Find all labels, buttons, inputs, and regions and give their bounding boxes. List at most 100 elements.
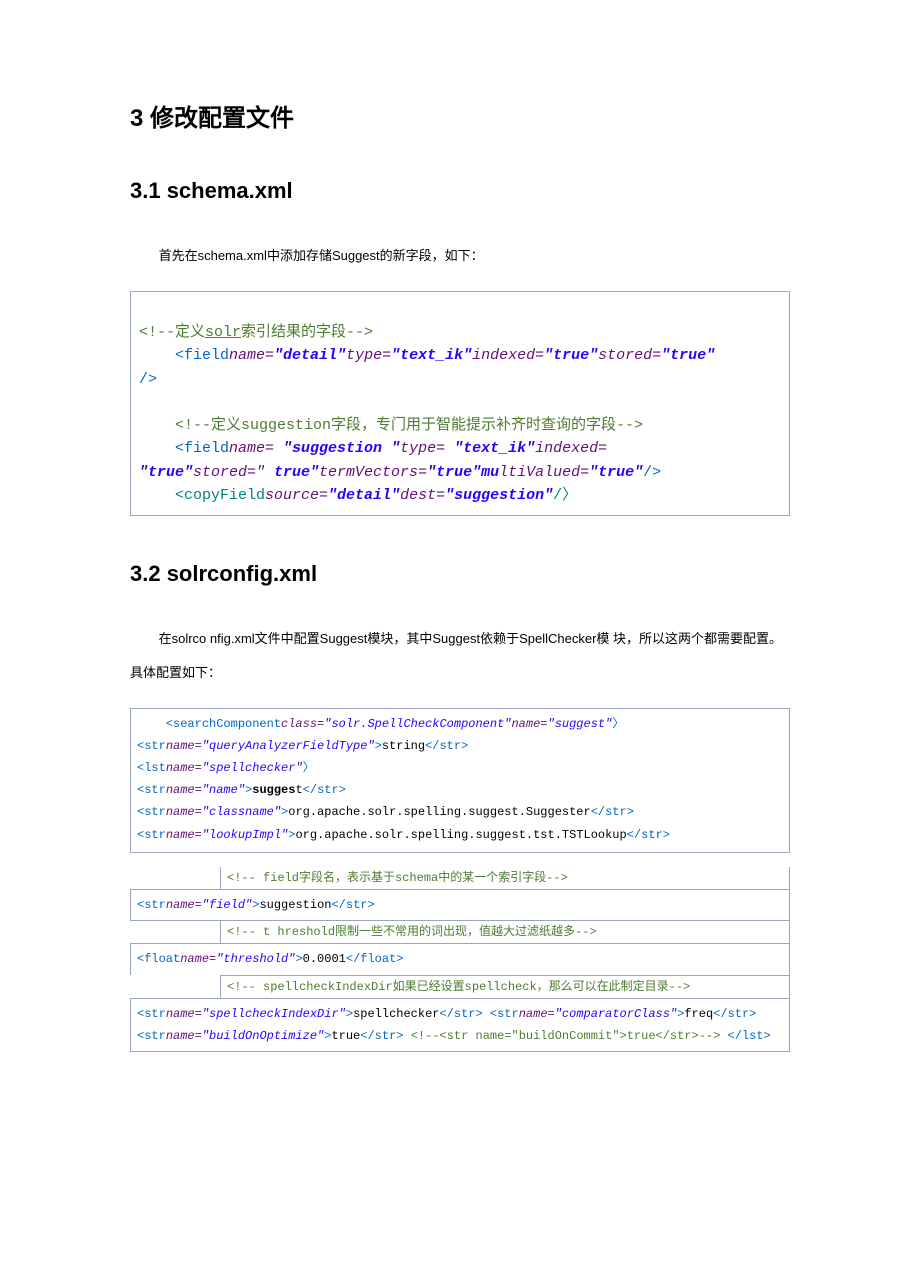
code-tag: </float> — [346, 952, 404, 966]
code-tag: </str> — [591, 805, 634, 819]
code-text: freq — [684, 1007, 713, 1021]
code-block-seg-threshold: <floatname="threshold">0.0001</float> — [130, 943, 790, 974]
code-attr: type= — [400, 440, 454, 457]
code-val: "name" — [202, 783, 245, 797]
code-tag: </str> — [425, 739, 468, 753]
code-val: "true" — [661, 347, 715, 364]
code-block-seg-field: <strname="field">suggestion</str> — [130, 889, 790, 921]
code-comment: <!--定义suggestion字段，专门用于智能提示补齐时查询的字段--> — [175, 417, 643, 434]
code-attr: stored= — [598, 347, 661, 364]
code-val: "true" — [427, 464, 481, 481]
code-tag: <field — [175, 440, 229, 457]
code-val: "classname" — [202, 805, 281, 819]
code-attr: ltiValued= — [499, 464, 589, 481]
code-text: org.apache.solr.spelling.suggest.tst.TST… — [295, 828, 626, 842]
code-text: string — [382, 739, 425, 753]
code-val: "suggestion" — [445, 487, 553, 504]
code-tag: <copyField — [175, 487, 265, 504]
code-tag: <searchComponent — [166, 717, 281, 731]
code-attr: name= — [166, 898, 202, 912]
code-val: "field" — [202, 898, 252, 912]
code-val: "spellcheckIndexDir" — [202, 1007, 346, 1021]
code-val: "suggestion " — [283, 440, 400, 457]
code-tag: </str> — [439, 1007, 482, 1021]
code-tag: <str — [137, 1007, 166, 1021]
code-val: "queryAnalyzerFieldType" — [202, 739, 375, 753]
code-attr: termVectors= — [319, 464, 427, 481]
code-val: "detail" — [274, 347, 346, 364]
code-val: "detail" — [328, 487, 400, 504]
code-comment: 索引结果的字段--> — [241, 324, 373, 341]
code-tag: > — [346, 1007, 353, 1021]
paragraph-3-1: 首先在schema.xml中添加存储Suggest的新字段，如下： — [130, 239, 790, 273]
code-tag: </str> — [627, 828, 670, 842]
code-val: "comparatorClass" — [555, 1007, 677, 1021]
code-val: "true" — [139, 464, 193, 481]
code-comment: <!--定义 — [139, 324, 205, 341]
code-comment-hang-3: <!-- spellcheckIndexDir如果已经设置spellcheck，… — [220, 975, 790, 998]
code-text: org.apache.solr.spelling.suggest.Suggest… — [288, 805, 590, 819]
code-attr: name= — [166, 739, 202, 753]
code-tag: /> — [139, 371, 157, 388]
code-tag: <str — [137, 805, 166, 819]
code-comment-link: solr — [205, 324, 241, 341]
paragraph-3-2: 在solrco nfig.xml文件中配置Suggest模块，其中Suggest… — [130, 622, 790, 690]
code-tag: <str — [137, 783, 166, 797]
code-comment: <!--<str name="buildOnCommit">true</str>… — [411, 1029, 721, 1043]
code-attr: source= — [265, 487, 328, 504]
code-tag: <str — [137, 898, 166, 912]
code-block-schema: <!--定义solr索引结果的字段--> <fieldname="detail"… — [130, 291, 790, 516]
code-tag: 〉 — [612, 717, 624, 731]
heading-3: 3 修改配置文件 — [130, 98, 790, 133]
code-attr: name= — [166, 828, 202, 842]
code-attr: name= — [166, 783, 202, 797]
code-block-seg-tail: <strname="spellcheckIndexDir">spellcheck… — [130, 998, 790, 1052]
code-text: t — [295, 783, 302, 797]
code-tag: </str> — [303, 783, 346, 797]
code-attr: type= — [346, 347, 391, 364]
code-text: suggestion — [259, 898, 331, 912]
code-tag: > — [295, 952, 302, 966]
code-text: true — [331, 1029, 360, 1043]
code-attr: name= — [166, 1007, 202, 1021]
code-tag: /〉 — [553, 487, 577, 504]
code-val: "lookupImpl" — [202, 828, 288, 842]
code-attr: name= — [166, 1029, 202, 1043]
code-tag: <str — [137, 1029, 166, 1043]
code-text: spellchecker — [353, 1007, 439, 1021]
code-attr: name= — [166, 761, 202, 775]
code-val: "true" — [589, 464, 643, 481]
code-val: "threshold" — [216, 952, 295, 966]
code-attr: dest= — [400, 487, 445, 504]
code-attr: name= — [229, 440, 283, 457]
code-attr: name= — [511, 717, 547, 731]
code-text: sugges — [252, 783, 295, 797]
code-val: "buildOnOptimize" — [202, 1029, 324, 1043]
code-val: "suggest" — [548, 717, 613, 731]
code-tag: </lst> — [728, 1029, 771, 1043]
code-tag: <float — [137, 952, 180, 966]
code-comment-hang-1: <!-- field字段名，表示基于schema中的某一个索引字段--> — [220, 867, 790, 889]
code-attr: indexed= — [535, 440, 607, 457]
code-tag: </str> — [713, 1007, 756, 1021]
code-attr: name= — [229, 347, 274, 364]
code-attr: name= — [180, 952, 216, 966]
code-val: "text_ik" — [391, 347, 472, 364]
code-tag: <str — [137, 739, 166, 753]
heading-3-1: 3.1 schema.xml — [130, 178, 790, 204]
code-attr: stored=" — [193, 464, 274, 481]
code-tag: <lst — [137, 761, 166, 775]
code-comment-hang-2: <!-- t hreshold限制一些不常用的词出现，值越大过滤纸越多--> — [220, 920, 790, 943]
heading-3-2: 3.2 solrconfig.xml — [130, 561, 790, 587]
code-val: "solr.SpellCheckComponent" — [324, 717, 511, 731]
code-text: 0.0001 — [303, 952, 346, 966]
code-attr: name= — [166, 805, 202, 819]
code-attr: class= — [281, 717, 324, 731]
code-tag: /> — [643, 464, 661, 481]
code-tag: <str — [137, 828, 166, 842]
code-attr: indexed= — [472, 347, 544, 364]
code-attr: name= — [519, 1007, 555, 1021]
code-tag: > — [375, 739, 382, 753]
code-val: "true" — [544, 347, 598, 364]
code-tag: <str — [490, 1007, 519, 1021]
